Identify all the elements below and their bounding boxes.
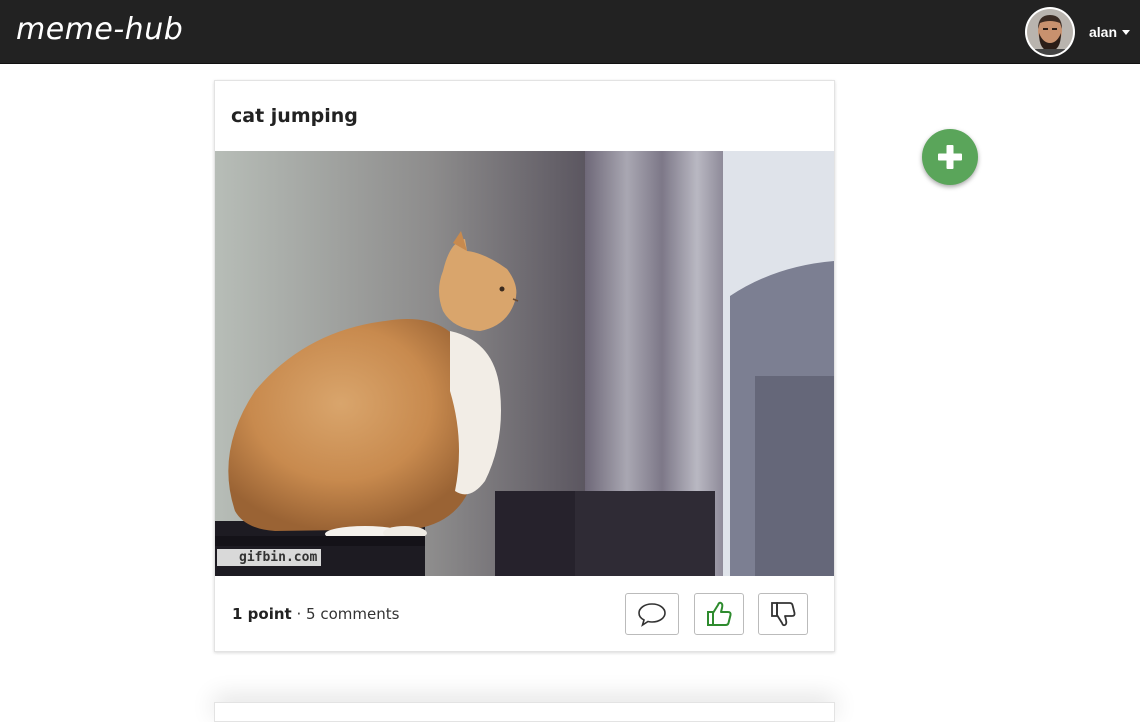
thumbs-down-icon <box>771 602 796 627</box>
post-card: cat jumping gifbin.com 1 point · 5 comme… <box>214 80 835 652</box>
stats-separator: · <box>291 605 307 623</box>
downvote-button[interactable] <box>758 593 808 635</box>
speech-bubble-icon <box>638 603 666 627</box>
brand-logo[interactable]: meme-hub <box>16 10 183 50</box>
points-count: 1 point <box>232 605 292 623</box>
upvote-button[interactable] <box>694 593 744 635</box>
next-post-card <box>214 702 835 722</box>
avatar-image <box>1026 9 1073 55</box>
user-menu-toggle[interactable]: alan <box>1024 6 1130 58</box>
post-stats: 1 point · 5 comments <box>232 605 399 623</box>
top-navbar: meme-hub alan <box>0 0 1140 64</box>
chevron-down-icon <box>1122 29 1130 35</box>
thumbs-up-icon <box>707 601 732 626</box>
create-post-button[interactable] <box>922 129 978 185</box>
watermark-text: gifbin.com <box>217 549 322 566</box>
comments-count[interactable]: 5 comments <box>306 605 399 623</box>
avatar[interactable] <box>1024 7 1075 57</box>
cat-gif-image <box>215 151 834 576</box>
plus-icon <box>938 145 962 169</box>
post-image[interactable]: gifbin.com <box>215 151 834 576</box>
comment-button[interactable] <box>625 593 679 635</box>
post-title[interactable]: cat jumping <box>231 105 358 127</box>
username-label: alan <box>1088 24 1117 40</box>
